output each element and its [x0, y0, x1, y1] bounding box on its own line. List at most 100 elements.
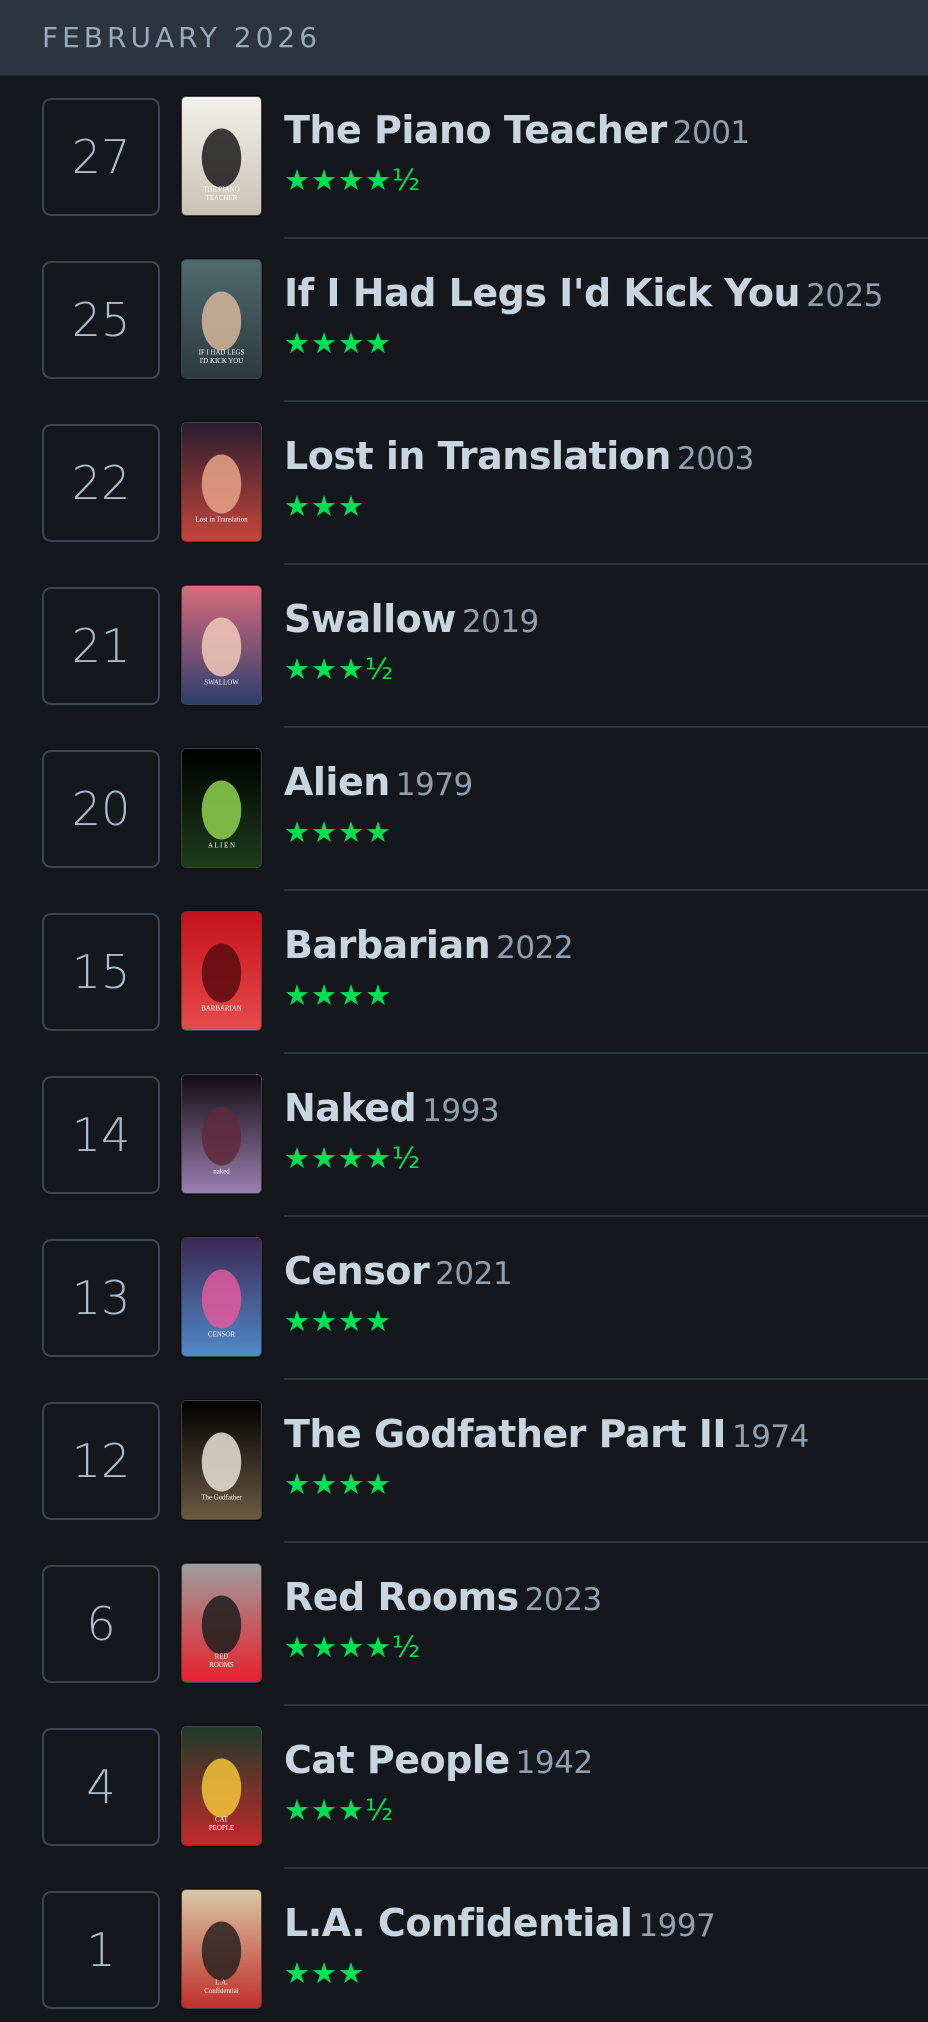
- poster-art: CAT PEOPLE: [182, 1727, 261, 1845]
- film-year[interactable]: 1997: [638, 1908, 715, 1944]
- film-poster[interactable]: THE PIANO TEACHER: [181, 96, 262, 216]
- poster-art: A L I E N: [182, 749, 261, 867]
- film-title[interactable]: Barbarian: [284, 923, 491, 967]
- entry-day[interactable]: 14: [42, 1076, 160, 1194]
- poster-lettering: ROOMS: [209, 1662, 234, 1669]
- diary-entry-27: 27 THE PIANO TEACHER The Piano Teacher 200…: [0, 76, 928, 239]
- diary-entry-20: 20 A L I E N Alien 1979 ★★★★: [0, 728, 928, 891]
- title-line: Barbarian 2022: [284, 919, 928, 971]
- poster-art: CENSOR: [182, 1238, 261, 1356]
- diary-entry-14: 14 naked Naked 1993 ★★★★½: [0, 1054, 928, 1217]
- diary-entry-6: 6 RED ROOMS Red Rooms 2023 ★★★★½: [0, 1543, 928, 1706]
- film-title[interactable]: L.A. Confidential: [284, 1901, 633, 1945]
- film-poster[interactable]: BARBARIAN: [181, 911, 262, 1031]
- poster-lettering: I'D KICK YOU: [200, 358, 244, 365]
- entry-day[interactable]: 15: [42, 913, 160, 1031]
- film-title[interactable]: Censor: [284, 1249, 430, 1293]
- star-rating: ★★★★: [284, 1467, 392, 1501]
- poster-lettering: THE PIANO: [203, 186, 239, 193]
- film-year[interactable]: 1993: [422, 1093, 499, 1129]
- poster-lettering: CAT: [215, 1816, 229, 1823]
- entry-day[interactable]: 22: [42, 424, 160, 542]
- film-title[interactable]: Red Rooms: [284, 1575, 519, 1619]
- film-year[interactable]: 2001: [673, 115, 750, 151]
- month-label: FEBRUARY 2026: [42, 21, 322, 54]
- film-title[interactable]: Naked: [284, 1086, 417, 1130]
- poster-lettering: CENSOR: [208, 1331, 236, 1338]
- diary-entry-4: 4 CAT PEOPLE Cat People 1942 ★★★½: [0, 1706, 928, 1869]
- month-header: FEBRUARY 2026: [0, 0, 928, 76]
- entry-day[interactable]: 1: [42, 1891, 160, 2009]
- entry-info: Swallow 2019 ★★★½: [284, 593, 928, 689]
- title-line: Lost in Translation 2003: [284, 430, 928, 482]
- film-poster[interactable]: CAT PEOPLE: [181, 1726, 262, 1846]
- poster-art: Lost in Translation: [182, 423, 261, 541]
- star-rating: ★★★½: [284, 1793, 395, 1827]
- film-poster[interactable]: RED ROOMS: [181, 1563, 262, 1683]
- film-year[interactable]: 2022: [496, 930, 573, 966]
- poster-lettering: The Godfather: [201, 1494, 242, 1501]
- diary-entry-12: 12 The Godfather The Godfather Part II 19…: [0, 1380, 928, 1543]
- film-year[interactable]: 1942: [516, 1745, 593, 1781]
- entry-day[interactable]: 25: [42, 261, 160, 379]
- entry-day[interactable]: 20: [42, 750, 160, 868]
- star-rating: ★★★½: [284, 652, 395, 686]
- diary-entry-13: 13 CENSOR Censor 2021 ★★★★: [0, 1217, 928, 1380]
- poster-lettering: PEOPLE: [209, 1825, 234, 1832]
- star-rating: ★★★★: [284, 815, 392, 849]
- poster-art: SWALLOW: [182, 586, 261, 704]
- film-year[interactable]: 2025: [806, 278, 883, 314]
- film-poster[interactable]: naked: [181, 1074, 262, 1194]
- star-rating: ★★★★: [284, 978, 392, 1012]
- diary-entry-22: 22 Lost in Translation Lost in Translati…: [0, 402, 928, 565]
- star-rating: ★★★★: [284, 1304, 392, 1338]
- film-poster[interactable]: The Godfather: [181, 1400, 262, 1520]
- diary-entry-15: 15 BARBARIAN Barbarian 2022 ★★★★: [0, 891, 928, 1054]
- entry-info: Naked 1993 ★★★★½: [284, 1082, 928, 1178]
- entry-day[interactable]: 6: [42, 1565, 160, 1683]
- entry-info: Red Rooms 2023 ★★★★½: [284, 1571, 928, 1667]
- poster-lettering: BARBARIAN: [201, 1005, 242, 1012]
- film-title[interactable]: Alien: [284, 760, 390, 804]
- poster-art: naked: [182, 1075, 261, 1193]
- poster-art: IF I HAD LEGS I'D KICK YOU: [182, 260, 261, 378]
- film-year[interactable]: 2003: [677, 441, 754, 477]
- star-rating: ★★★★½: [284, 1630, 422, 1664]
- film-poster[interactable]: A L I E N: [181, 748, 262, 868]
- diary-entry-25: 25 IF I HAD LEGS I'D KICK YOU If I Had Le…: [0, 239, 928, 402]
- film-poster[interactable]: IF I HAD LEGS I'D KICK YOU: [181, 259, 262, 379]
- poster-lettering: Lost in Translation: [195, 516, 248, 523]
- title-line: Naked 1993: [284, 1082, 928, 1134]
- entry-info: The Piano Teacher 2001 ★★★★½: [284, 104, 928, 200]
- film-year[interactable]: 1974: [732, 1419, 809, 1455]
- film-year[interactable]: 1979: [396, 767, 473, 803]
- poster-lettering: Confidential: [204, 1988, 239, 1995]
- film-poster[interactable]: SWALLOW: [181, 585, 262, 705]
- entry-day[interactable]: 13: [42, 1239, 160, 1357]
- film-poster[interactable]: Lost in Translation: [181, 422, 262, 542]
- film-title[interactable]: Lost in Translation: [284, 434, 671, 478]
- entry-day[interactable]: 4: [42, 1728, 160, 1846]
- film-title[interactable]: The Godfather Part II: [284, 1412, 727, 1456]
- star-rating: ★★★: [284, 1956, 365, 1990]
- film-title[interactable]: Swallow: [284, 597, 456, 641]
- entry-day[interactable]: 21: [42, 587, 160, 705]
- title-line: Swallow 2019: [284, 593, 928, 645]
- film-poster[interactable]: CENSOR: [181, 1237, 262, 1357]
- poster-lettering: naked: [213, 1168, 230, 1175]
- entry-day[interactable]: 27: [42, 98, 160, 216]
- film-title[interactable]: Cat People: [284, 1738, 510, 1782]
- entry-info: Alien 1979 ★★★★: [284, 756, 928, 852]
- film-title[interactable]: If I Had Legs I'd Kick You: [284, 271, 801, 315]
- poster-art: BARBARIAN: [182, 912, 261, 1030]
- film-year[interactable]: 2019: [462, 604, 539, 640]
- film-title[interactable]: The Piano Teacher: [284, 108, 667, 152]
- film-year[interactable]: 2021: [435, 1256, 512, 1292]
- diary-entry-1: 1 L.A. Confidential L.A. Confidential 1997…: [0, 1869, 928, 2022]
- film-year[interactable]: 2023: [525, 1582, 602, 1618]
- film-poster[interactable]: L.A. Confidential: [181, 1889, 262, 2009]
- poster-art: THE PIANO TEACHER: [182, 97, 261, 215]
- title-line: The Piano Teacher 2001: [284, 104, 928, 156]
- entry-day[interactable]: 12: [42, 1402, 160, 1520]
- poster-lettering: RED: [215, 1653, 229, 1660]
